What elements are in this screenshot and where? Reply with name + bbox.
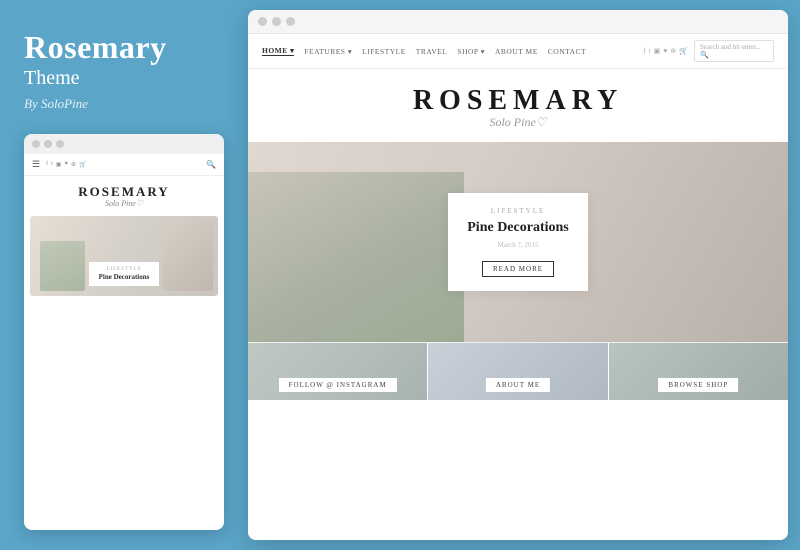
rss-icon: ⊕: [71, 161, 76, 168]
main-fb-icon: f: [643, 47, 645, 55]
main-body: ROSEMARY Solo Pine♡ LIFESTYLE Pine Decor…: [248, 69, 788, 540]
mini-hero-image: LIFESTYLE Pine Decorations: [30, 216, 218, 296]
main-tw-icon: t: [649, 47, 651, 55]
mini-hero-category: LIFESTYLE: [97, 267, 151, 272]
tw-icon: t: [51, 161, 53, 168]
main-dot-1: [258, 17, 267, 26]
cart-icon: 🛒: [79, 161, 86, 168]
nav-features[interactable]: FEATURES ▾: [304, 47, 352, 56]
mini-nav: ☰ f t ▣ ♥ ⊕ 🛒 🔍: [24, 154, 224, 176]
nav-travel[interactable]: TRAVEL: [416, 47, 448, 56]
mini-browser: ☰ f t ▣ ♥ ⊕ 🛒 🔍 ROSEMARY Solo Pine♡: [24, 134, 224, 530]
mini-hero-title: Pine Decorations: [97, 273, 151, 281]
theme-title: Rosemary: [24, 30, 167, 65]
hero-card-category: LIFESTYLE: [466, 207, 570, 215]
main-dot-2: [272, 17, 281, 26]
hero-area: LIFESTYLE Pine Decorations March 7, 2015…: [248, 142, 788, 342]
search-placeholder-text: Search and hit enter...: [700, 43, 761, 51]
bottom-tile-about[interactable]: ABOUT ME: [428, 343, 608, 400]
mini-social-icons: f t ▣ ♥ ⊕ 🛒: [46, 161, 86, 168]
main-search-box[interactable]: Search and hit enter... 🔍: [694, 40, 774, 62]
nav-lifestyle[interactable]: LIFESTYLE: [362, 47, 406, 56]
main-logo-sub: Solo Pine♡: [248, 115, 788, 130]
main-social-icons: f t ▣ ♥ ⊕ 🛒: [643, 47, 688, 55]
nav-contact[interactable]: CONTACT: [548, 47, 586, 56]
mini-search-icon[interactable]: 🔍: [206, 160, 216, 169]
mini-person-figure: [163, 221, 213, 291]
shop-tile-label: BROWSE SHOP: [658, 378, 738, 392]
hero-card-date: March 7, 2015: [466, 241, 570, 249]
heart-icon: ♥: [64, 161, 68, 168]
theme-byline: By SoloPine: [24, 96, 88, 112]
main-pin-icon: ♥: [663, 47, 667, 55]
hero-card: LIFESTYLE Pine Decorations March 7, 2015…: [448, 193, 588, 291]
main-nav-right: f t ▣ ♥ ⊕ 🛒 Search and hit enter... 🔍: [643, 40, 774, 62]
hamburger-icon[interactable]: ☰: [32, 159, 40, 170]
nav-shop[interactable]: SHOP ▾: [457, 47, 485, 56]
read-more-button[interactable]: READ MORE: [482, 261, 554, 277]
mini-logo-area: ROSEMARY Solo Pine♡: [30, 184, 218, 208]
instagram-tile-label: FOLLOW @ INSTAGRAM: [279, 378, 397, 392]
mini-topbar: [24, 134, 224, 154]
mini-body: ROSEMARY Solo Pine♡ LIFESTYLE Pine Decor…: [24, 176, 224, 310]
mini-pine-decoration: [40, 241, 85, 291]
search-icon[interactable]: 🔍: [700, 51, 709, 59]
main-logo-text: ROSEMARY: [248, 85, 788, 117]
main-topbar: [248, 10, 788, 34]
main-dot-3: [286, 17, 295, 26]
right-panel: HOME ▾ FEATURES ▾ LIFESTYLE TRAVEL SHOP …: [248, 0, 800, 550]
mini-nav-left: ☰ f t ▣ ♥ ⊕ 🛒: [32, 159, 87, 170]
main-nav: HOME ▾ FEATURES ▾ LIFESTYLE TRAVEL SHOP …: [248, 34, 788, 69]
mini-dot-1: [32, 140, 40, 148]
mini-dot-3: [56, 140, 64, 148]
main-nav-left: HOME ▾ FEATURES ▾ LIFESTYLE TRAVEL SHOP …: [262, 46, 586, 56]
bottom-tile-instagram[interactable]: FOLLOW @ INSTAGRAM: [248, 343, 428, 400]
nav-home[interactable]: HOME ▾: [262, 46, 294, 56]
hero-card-title: Pine Decorations: [466, 220, 570, 236]
mini-logo-text: ROSEMARY: [30, 184, 218, 200]
mini-dot-2: [44, 140, 52, 148]
main-cart-icon: 🛒: [679, 47, 688, 55]
mini-logo-sub: Solo Pine♡: [30, 199, 218, 208]
about-tile-label: ABOUT ME: [486, 378, 550, 392]
main-rss-icon: ⊕: [670, 47, 676, 55]
mini-hero-card: LIFESTYLE Pine Decorations: [89, 262, 159, 286]
main-browser: HOME ▾ FEATURES ▾ LIFESTYLE TRAVEL SHOP …: [248, 10, 788, 540]
left-panel: Rosemary Theme By SoloPine ☰ f t ▣ ♥ ⊕ 🛒…: [0, 0, 248, 550]
ig-icon: ▣: [56, 161, 62, 168]
nav-about[interactable]: ABOUT ME: [495, 47, 538, 56]
main-ig-icon: ▣: [654, 47, 661, 55]
bottom-tiles-row: FOLLOW @ INSTAGRAM ABOUT ME BROWSE SHOP: [248, 342, 788, 400]
fb-icon: f: [46, 161, 48, 168]
main-logo-area: ROSEMARY Solo Pine♡: [248, 69, 788, 142]
bottom-tile-shop[interactable]: BROWSE SHOP: [609, 343, 788, 400]
theme-subtitle: Theme: [24, 67, 80, 90]
